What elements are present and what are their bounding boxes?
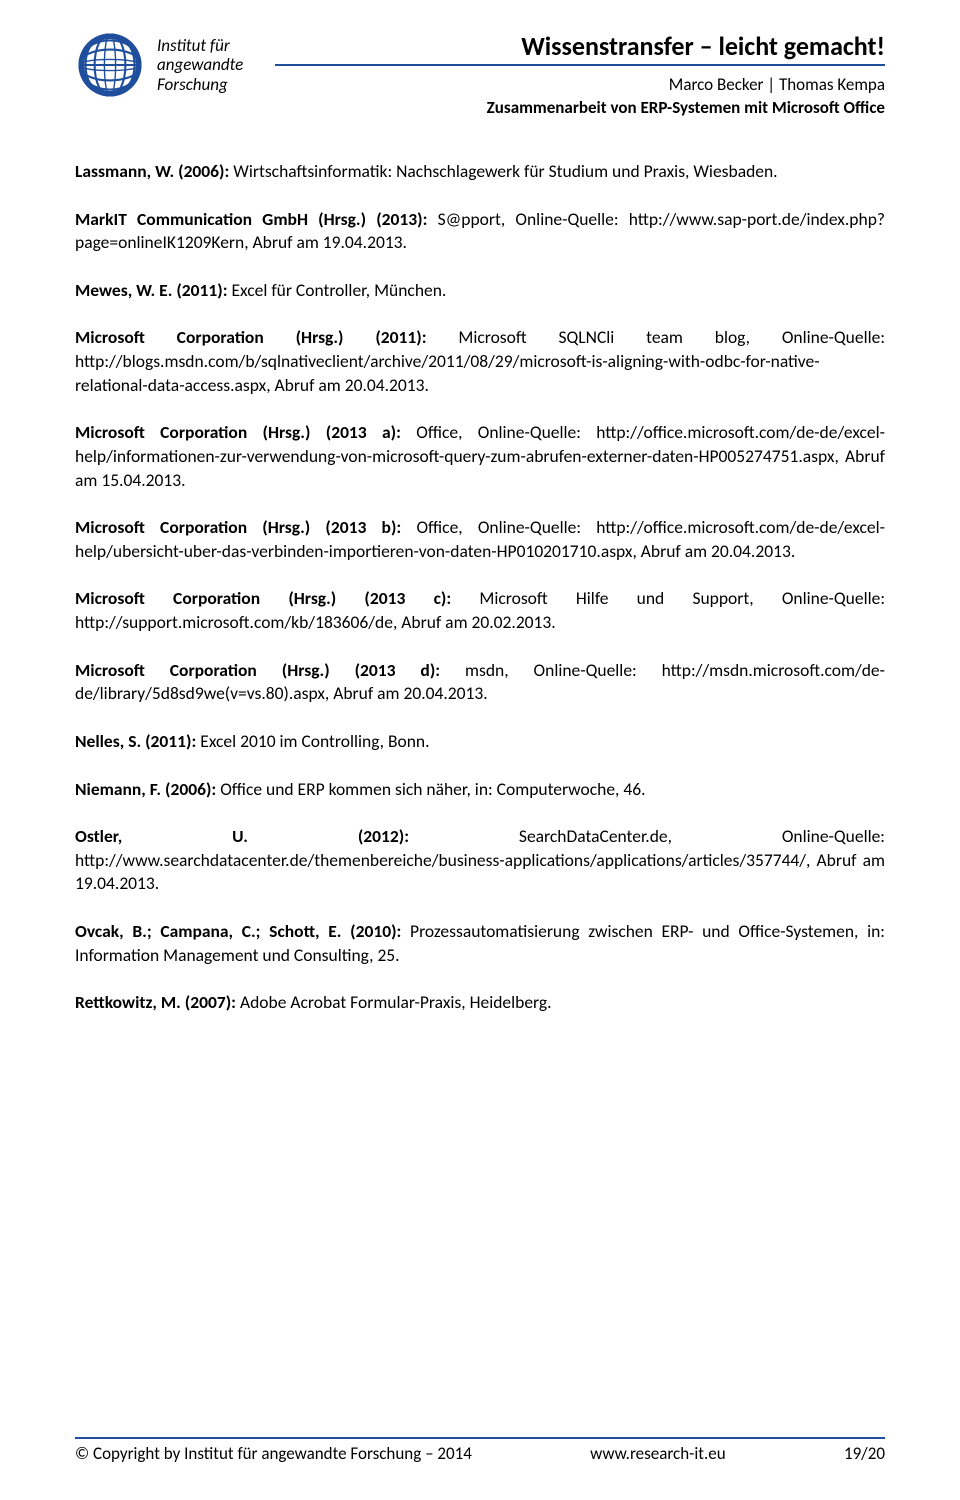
reference-label: Mewes, W. E. (2011): <box>75 279 228 301</box>
institute-line-3: Forschung <box>157 75 243 95</box>
footer-copyright: © Copyright by Institut für angewandte F… <box>75 1443 472 1464</box>
institute-line-1: Institut für <box>157 36 243 56</box>
page-title: Wissenstransfer – leicht gemacht! <box>275 30 885 66</box>
reference-text: Wirtschaftsinformatik: Nachschlagewerk f… <box>229 160 777 182</box>
reference-label: Microsoft Corporation (Hrsg.) (2011): <box>75 326 427 348</box>
reference-label: Niemann, F. (2006): <box>75 778 216 800</box>
footer-page: 19/20 <box>844 1443 885 1464</box>
reference-entry: Ostler, U. (2012): SearchDataCenter.de, … <box>75 825 885 896</box>
page-header: Institut für angewandte Forschung Wissen… <box>75 30 885 120</box>
footer-url: www.research-it.eu <box>590 1443 726 1464</box>
reference-text: Adobe Acrobat Formular-Praxis, Heidelber… <box>236 991 552 1013</box>
reference-entry: Lassmann, W. (2006): Wirtschaftsinformat… <box>75 160 885 184</box>
reference-label: Microsoft Corporation (Hrsg.) (2013 b): <box>75 516 401 538</box>
reference-entry: Microsoft Corporation (Hrsg.) (2013 b): … <box>75 516 885 563</box>
references-list: Lassmann, W. (2006): Wirtschaftsinformat… <box>75 160 885 1015</box>
reference-text: Excel 2010 im Controlling, Bonn. <box>196 730 429 752</box>
subtitle-line: Zusammenarbeit von ERP-Systemen mit Micr… <box>275 97 885 120</box>
institute-name: Institut für angewandte Forschung <box>157 36 243 95</box>
reference-entry: Rettkowitz, M. (2007): Adobe Acrobat For… <box>75 991 885 1015</box>
reference-entry: Ovcak, B.; Campana, C.; Schott, E. (2010… <box>75 920 885 967</box>
page-subheader: Marco Becker | Thomas Kempa Zusammenarbe… <box>275 74 885 120</box>
reference-text: Office und ERP kommen sich näher, in: Co… <box>216 778 645 800</box>
globe-icon <box>75 30 145 100</box>
reference-entry: Microsoft Corporation (Hrsg.) (2011): Mi… <box>75 326 885 397</box>
reference-label: MarkIT Communication GmbH (Hrsg.) (2013)… <box>75 208 427 230</box>
reference-entry: MarkIT Communication GmbH (Hrsg.) (2013)… <box>75 208 885 255</box>
reference-label: Ovcak, B.; Campana, C.; Schott, E. (2010… <box>75 920 401 942</box>
reference-label: Lassmann, W. (2006): <box>75 160 229 182</box>
reference-entry: Microsoft Corporation (Hrsg.) (2013 c): … <box>75 587 885 634</box>
reference-entry: Niemann, F. (2006): Office und ERP komme… <box>75 778 885 802</box>
reference-label: Microsoft Corporation (Hrsg.) (2013 d): <box>75 659 440 681</box>
institute-line-2: angewandte <box>157 55 243 75</box>
institute-logo-block: Institut für angewandte Forschung <box>75 30 243 100</box>
authors-line: Marco Becker | Thomas Kempa <box>275 74 885 97</box>
page-footer: © Copyright by Institut für angewandte F… <box>75 1437 885 1464</box>
reference-label: Microsoft Corporation (Hrsg.) (2013 c): <box>75 587 451 609</box>
reference-label: Microsoft Corporation (Hrsg.) (2013 a): <box>75 421 401 443</box>
reference-entry: Nelles, S. (2011): Excel 2010 im Control… <box>75 730 885 754</box>
reference-label: Rettkowitz, M. (2007): <box>75 991 236 1013</box>
reference-label: Nelles, S. (2011): <box>75 730 196 752</box>
reference-text: Excel für Controller, München. <box>228 279 447 301</box>
reference-entry: Microsoft Corporation (Hrsg.) (2013 d): … <box>75 659 885 706</box>
reference-entry: Mewes, W. E. (2011): Excel für Controlle… <box>75 279 885 303</box>
reference-entry: Microsoft Corporation (Hrsg.) (2013 a): … <box>75 421 885 492</box>
reference-label: Ostler, U. (2012): <box>75 825 409 847</box>
